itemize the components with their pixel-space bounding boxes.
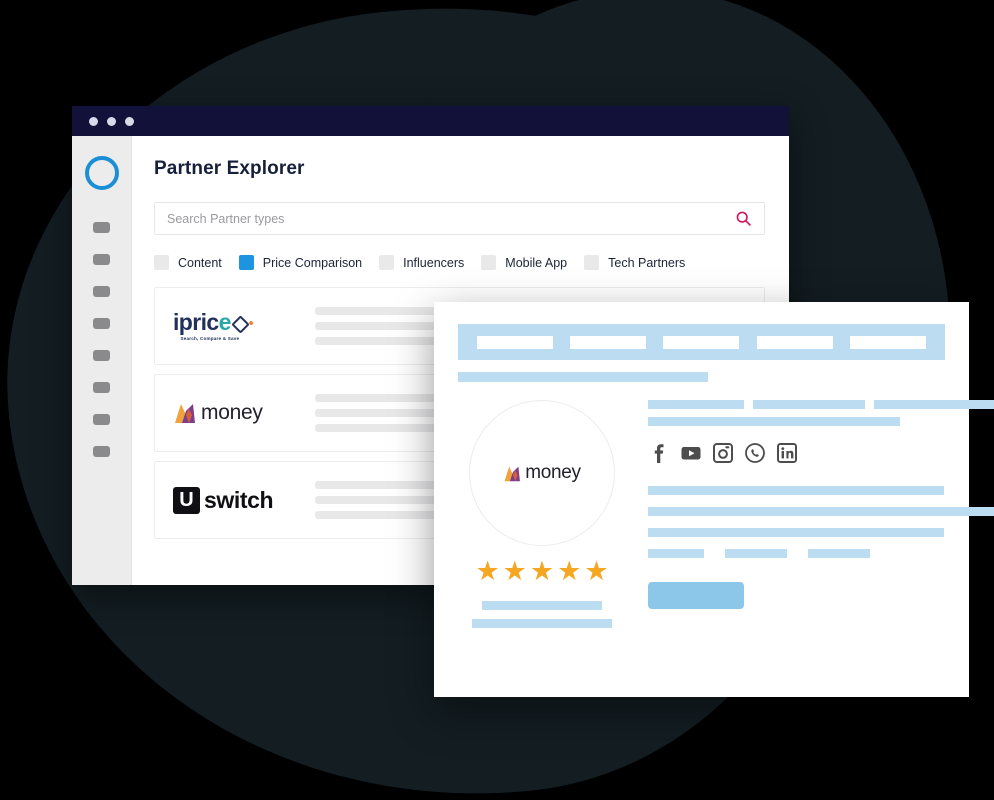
nav-pill[interactable] [570, 335, 647, 349]
skeleton-bar [725, 549, 787, 558]
linkedin-icon[interactable] [776, 442, 798, 464]
checkbox-mobile-app-icon[interactable] [481, 255, 497, 270]
filter-row: Content Price Comparison Influencers Mob… [154, 255, 765, 270]
primary-cta-button[interactable] [648, 582, 744, 609]
detail-tag-row [648, 400, 994, 409]
star-icon: ★ [584, 556, 609, 586]
search-icon[interactable] [735, 210, 752, 227]
checkbox-influencers-icon[interactable] [379, 255, 395, 270]
detail-card-breadcrumb-placeholder [458, 372, 708, 382]
search-input[interactable]: Search Partner types [167, 212, 735, 226]
uswitch-mark-icon: U [173, 486, 200, 514]
mmoney-logo: money [173, 401, 293, 425]
skeleton-bar [482, 601, 602, 610]
sidebar-item-1[interactable] [93, 222, 110, 233]
checkbox-price-comparison-icon[interactable] [238, 255, 254, 270]
rating-stars: ★ ★ ★ ★ ★ [475, 558, 608, 585]
sidebar-item-5[interactable] [93, 350, 110, 361]
detail-card-right-column [648, 400, 994, 637]
iprice-logo-text-b: e [218, 309, 232, 335]
mmoney-mark-icon [504, 466, 521, 481]
avatar: money [469, 400, 615, 546]
filter-price-comparison[interactable]: Price Comparison [238, 255, 363, 270]
skeleton-bar [648, 528, 944, 537]
nav-pill[interactable] [756, 335, 833, 349]
screenshot-stage: Partner Explorer Search Partner types Co… [0, 0, 994, 800]
avatar-logo-text: money [525, 462, 581, 483]
skeleton-bar [648, 549, 704, 558]
page-title: Partner Explorer [154, 158, 305, 179]
skeleton-bar [753, 400, 865, 409]
detail-chip-row [648, 549, 994, 558]
filter-label: Mobile App [505, 255, 568, 270]
uswitch-logo-text: switch [204, 486, 274, 513]
ring-logo-icon[interactable] [84, 156, 119, 190]
filter-label: Influencers [403, 255, 465, 270]
filter-label: Tech Partners [608, 255, 686, 270]
iprice-tagline: Search, Compare & Save [180, 336, 240, 341]
sidebar-item-7[interactable] [93, 414, 110, 425]
partner-detail-card: money ★ ★ ★ ★ ★ [434, 302, 994, 697]
mmoney-mark-icon [175, 404, 195, 423]
skeleton-bar [472, 619, 612, 628]
whatsapp-icon[interactable] [744, 442, 766, 464]
skeleton-bar [648, 507, 994, 516]
sidebar-item-3[interactable] [93, 286, 110, 297]
youtube-icon[interactable] [680, 442, 702, 464]
skeleton-bar [874, 400, 994, 409]
window-titlebar [72, 106, 789, 136]
skeleton-bar [648, 417, 900, 426]
filter-content[interactable]: Content [154, 255, 222, 270]
skeleton-bar [648, 486, 944, 495]
uswitch-logo: U switch [173, 486, 293, 514]
iprice-tag-icon [231, 315, 254, 334]
mmoney-logo-text: money [201, 401, 263, 424]
sidebar [72, 136, 132, 585]
detail-card-body: money ★ ★ ★ ★ ★ [458, 400, 994, 637]
star-icon: ★ [557, 556, 582, 586]
nav-pill[interactable] [663, 335, 740, 349]
detail-card-left-column: money ★ ★ ★ ★ ★ [458, 400, 626, 637]
star-icon: ★ [475, 556, 500, 586]
skeleton-bar [808, 549, 870, 558]
sidebar-item-6[interactable] [93, 382, 110, 393]
skeleton-bar [648, 400, 744, 409]
checkbox-content-icon[interactable] [154, 255, 169, 270]
iprice-logo: iprice Search, Compare & Save [173, 311, 293, 341]
instagram-icon[interactable] [712, 442, 734, 464]
facebook-icon[interactable] [648, 442, 670, 464]
search-bar[interactable]: Search Partner types [154, 202, 765, 235]
sidebar-item-2[interactable] [93, 254, 110, 265]
filter-label: Content [178, 255, 222, 270]
filter-label: Price Comparison [262, 255, 363, 270]
maximize-dot-icon[interactable] [125, 116, 134, 126]
detail-card-navbar [458, 324, 945, 360]
close-dot-icon[interactable] [89, 116, 98, 126]
checkbox-tech-partners-icon[interactable] [584, 255, 600, 270]
sidebar-item-8[interactable] [93, 446, 110, 457]
filter-tech-partners[interactable]: Tech Partners [584, 255, 685, 270]
nav-pill[interactable] [476, 335, 553, 349]
sidebar-item-4[interactable] [93, 318, 110, 329]
star-icon: ★ [502, 556, 527, 586]
filter-influencers[interactable]: Influencers [379, 255, 464, 270]
filter-mobile-app[interactable]: Mobile App [481, 255, 567, 270]
star-icon: ★ [529, 556, 555, 586]
minimize-dot-icon[interactable] [107, 116, 116, 126]
nav-pill[interactable] [850, 335, 927, 349]
social-links [648, 442, 994, 464]
iprice-logo-text-a: ipric [173, 309, 219, 335]
